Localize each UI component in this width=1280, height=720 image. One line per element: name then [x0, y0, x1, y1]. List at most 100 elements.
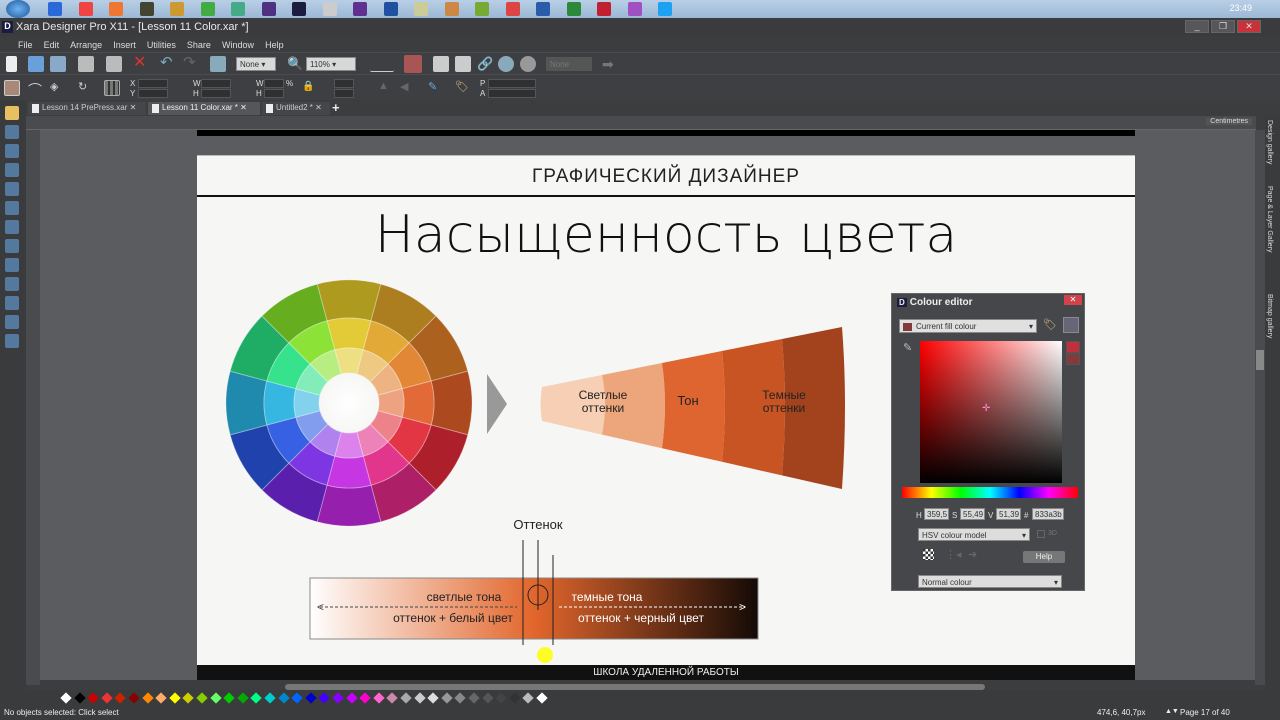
palette-swatch[interactable]: [73, 692, 86, 704]
horizontal-scrollbar[interactable]: [285, 684, 985, 690]
tab-lesson-14[interactable]: Lesson 14 PrePress.xar ✕: [28, 102, 146, 115]
colour-editor-close-button[interactable]: ✕: [1064, 295, 1082, 305]
palette-swatch[interactable]: [481, 692, 494, 704]
start-button[interactable]: [6, 0, 30, 18]
value-input[interactable]: 51,39: [996, 508, 1021, 520]
tab-lesson-11[interactable]: Lesson 11 Color.xar * ✕: [148, 102, 260, 115]
palette-swatch[interactable]: [277, 692, 290, 704]
palette-swatch[interactable]: [60, 692, 72, 704]
name-field[interactable]: None: [546, 57, 592, 71]
flip-vertical-icon[interactable]: ▲: [378, 80, 394, 96]
palette-swatch[interactable]: [441, 692, 453, 704]
web-icon[interactable]: [498, 56, 514, 72]
tab-design-gallery[interactable]: Design gallery: [1266, 120, 1273, 164]
close-button[interactable]: ✕: [1237, 20, 1261, 33]
shadow-tool-icon[interactable]: [5, 296, 19, 310]
export-icon[interactable]: [455, 56, 471, 72]
text-tool-icon[interactable]: [5, 239, 19, 253]
taskbar-app-icon[interactable]: [658, 2, 672, 16]
menu-file[interactable]: File: [18, 40, 33, 50]
tab-page-layer-gallery[interactable]: Page & Layer Gallery: [1266, 186, 1273, 253]
palette-swatch[interactable]: [264, 692, 276, 704]
palette-swatch[interactable]: [332, 692, 344, 704]
palette-swatch[interactable]: [522, 692, 535, 704]
transparency-tool-icon[interactable]: [5, 277, 19, 291]
taskbar-app-icon[interactable]: [566, 2, 581, 16]
palette-swatch[interactable]: [114, 692, 127, 704]
palette-swatch[interactable]: [223, 692, 235, 704]
palette-swatch[interactable]: [250, 692, 263, 704]
zoom-icon[interactable]: 🔍: [287, 56, 303, 72]
palette-swatch[interactable]: [359, 692, 371, 704]
palette-swatch[interactable]: [345, 692, 358, 704]
taskbar-app-icon[interactable]: [261, 2, 276, 16]
rotate-input[interactable]: [334, 79, 354, 88]
help-button[interactable]: Help: [1023, 551, 1065, 563]
p-input[interactable]: [488, 79, 536, 88]
palette-swatch[interactable]: [141, 692, 154, 704]
hue-slider[interactable]: [902, 487, 1078, 498]
taskbar-app-icon[interactable]: [627, 2, 642, 16]
palette-swatch[interactable]: [413, 692, 426, 704]
zoom-select[interactable]: 110% ▾: [306, 57, 356, 71]
taskbar-app-icon[interactable]: [139, 2, 154, 16]
link-icon[interactable]: 🔗: [477, 56, 493, 72]
undo-icon[interactable]: ↶: [160, 55, 176, 72]
lock-icon[interactable]: 🔒: [302, 81, 318, 97]
taskbar-app-icon[interactable]: [475, 2, 489, 16]
rectangle-tool-icon[interactable]: [5, 201, 19, 215]
rotate-icon[interactable]: ↻: [78, 80, 94, 96]
palette-swatch[interactable]: [427, 692, 439, 704]
taskbar-app-icon[interactable]: [536, 2, 550, 16]
palette-swatch[interactable]: [128, 692, 140, 704]
taskbar-app-icon[interactable]: [414, 2, 428, 16]
snap-icon[interactable]: [370, 56, 394, 72]
menu-share[interactable]: Share: [187, 40, 211, 50]
h-scale-input[interactable]: [264, 89, 284, 98]
fill-target-select[interactable]: Current fill colour ▾: [899, 319, 1037, 333]
taskbar-app-icon[interactable]: [78, 2, 93, 16]
menu-utilities[interactable]: Utilities: [147, 40, 176, 50]
palette-swatch[interactable]: [291, 692, 303, 704]
ellipse-tool-icon[interactable]: [5, 220, 19, 234]
redo-icon[interactable]: ↷: [183, 55, 199, 72]
palette-swatch[interactable]: [209, 692, 222, 704]
taskbar-app-icon[interactable]: [444, 2, 459, 16]
fill-select[interactable]: None ▾: [236, 57, 276, 71]
hue-input[interactable]: 359,5: [924, 508, 949, 520]
palette-swatch[interactable]: [169, 692, 181, 704]
grid-icon[interactable]: [104, 80, 120, 96]
menu-edit[interactable]: Edit: [44, 40, 60, 50]
paste-icon[interactable]: [106, 56, 122, 72]
forward-arrow-icon[interactable]: ➡: [602, 56, 618, 72]
3d-checkbox[interactable]: [1037, 530, 1045, 538]
fill-tool-icon[interactable]: [5, 258, 19, 272]
maximize-button[interactable]: ❐: [1211, 20, 1235, 33]
taskbar-app-icon[interactable]: [200, 2, 215, 16]
palette-swatch[interactable]: [509, 692, 521, 704]
picker-crosshair-icon[interactable]: ✛: [982, 403, 990, 414]
delete-icon[interactable]: ✕: [133, 55, 149, 72]
import-icon[interactable]: [433, 56, 449, 72]
open-icon[interactable]: [28, 56, 44, 72]
saturation-input[interactable]: 55,49: [960, 508, 985, 520]
eraser-tool-icon[interactable]: [5, 163, 19, 177]
palette-swatch[interactable]: [468, 692, 480, 704]
new-tab-button[interactable]: +: [332, 100, 340, 115]
horizontal-ruler[interactable]: Centimetres: [26, 116, 1256, 130]
preview-icon[interactable]: [520, 56, 536, 72]
taskbar-app-icon[interactable]: [109, 2, 123, 16]
copy-icon[interactable]: [78, 56, 94, 72]
shape-tool-icon[interactable]: [5, 144, 19, 158]
height-input[interactable]: [201, 89, 231, 98]
colour-picker-menu-icon[interactable]: [1063, 317, 1079, 333]
palette-swatch[interactable]: [101, 692, 113, 704]
saturation-value-picker[interactable]: ✛: [920, 341, 1062, 483]
tag-icon[interactable]: 🏷: [455, 80, 471, 96]
palette-swatch[interactable]: [536, 692, 548, 704]
menu-insert[interactable]: Insert: [113, 40, 136, 50]
vertical-ruler[interactable]: [26, 130, 40, 685]
minimize-button[interactable]: _: [1185, 20, 1209, 33]
taskbar-app-icon[interactable]: [383, 2, 398, 16]
menu-help[interactable]: Help: [265, 40, 284, 50]
